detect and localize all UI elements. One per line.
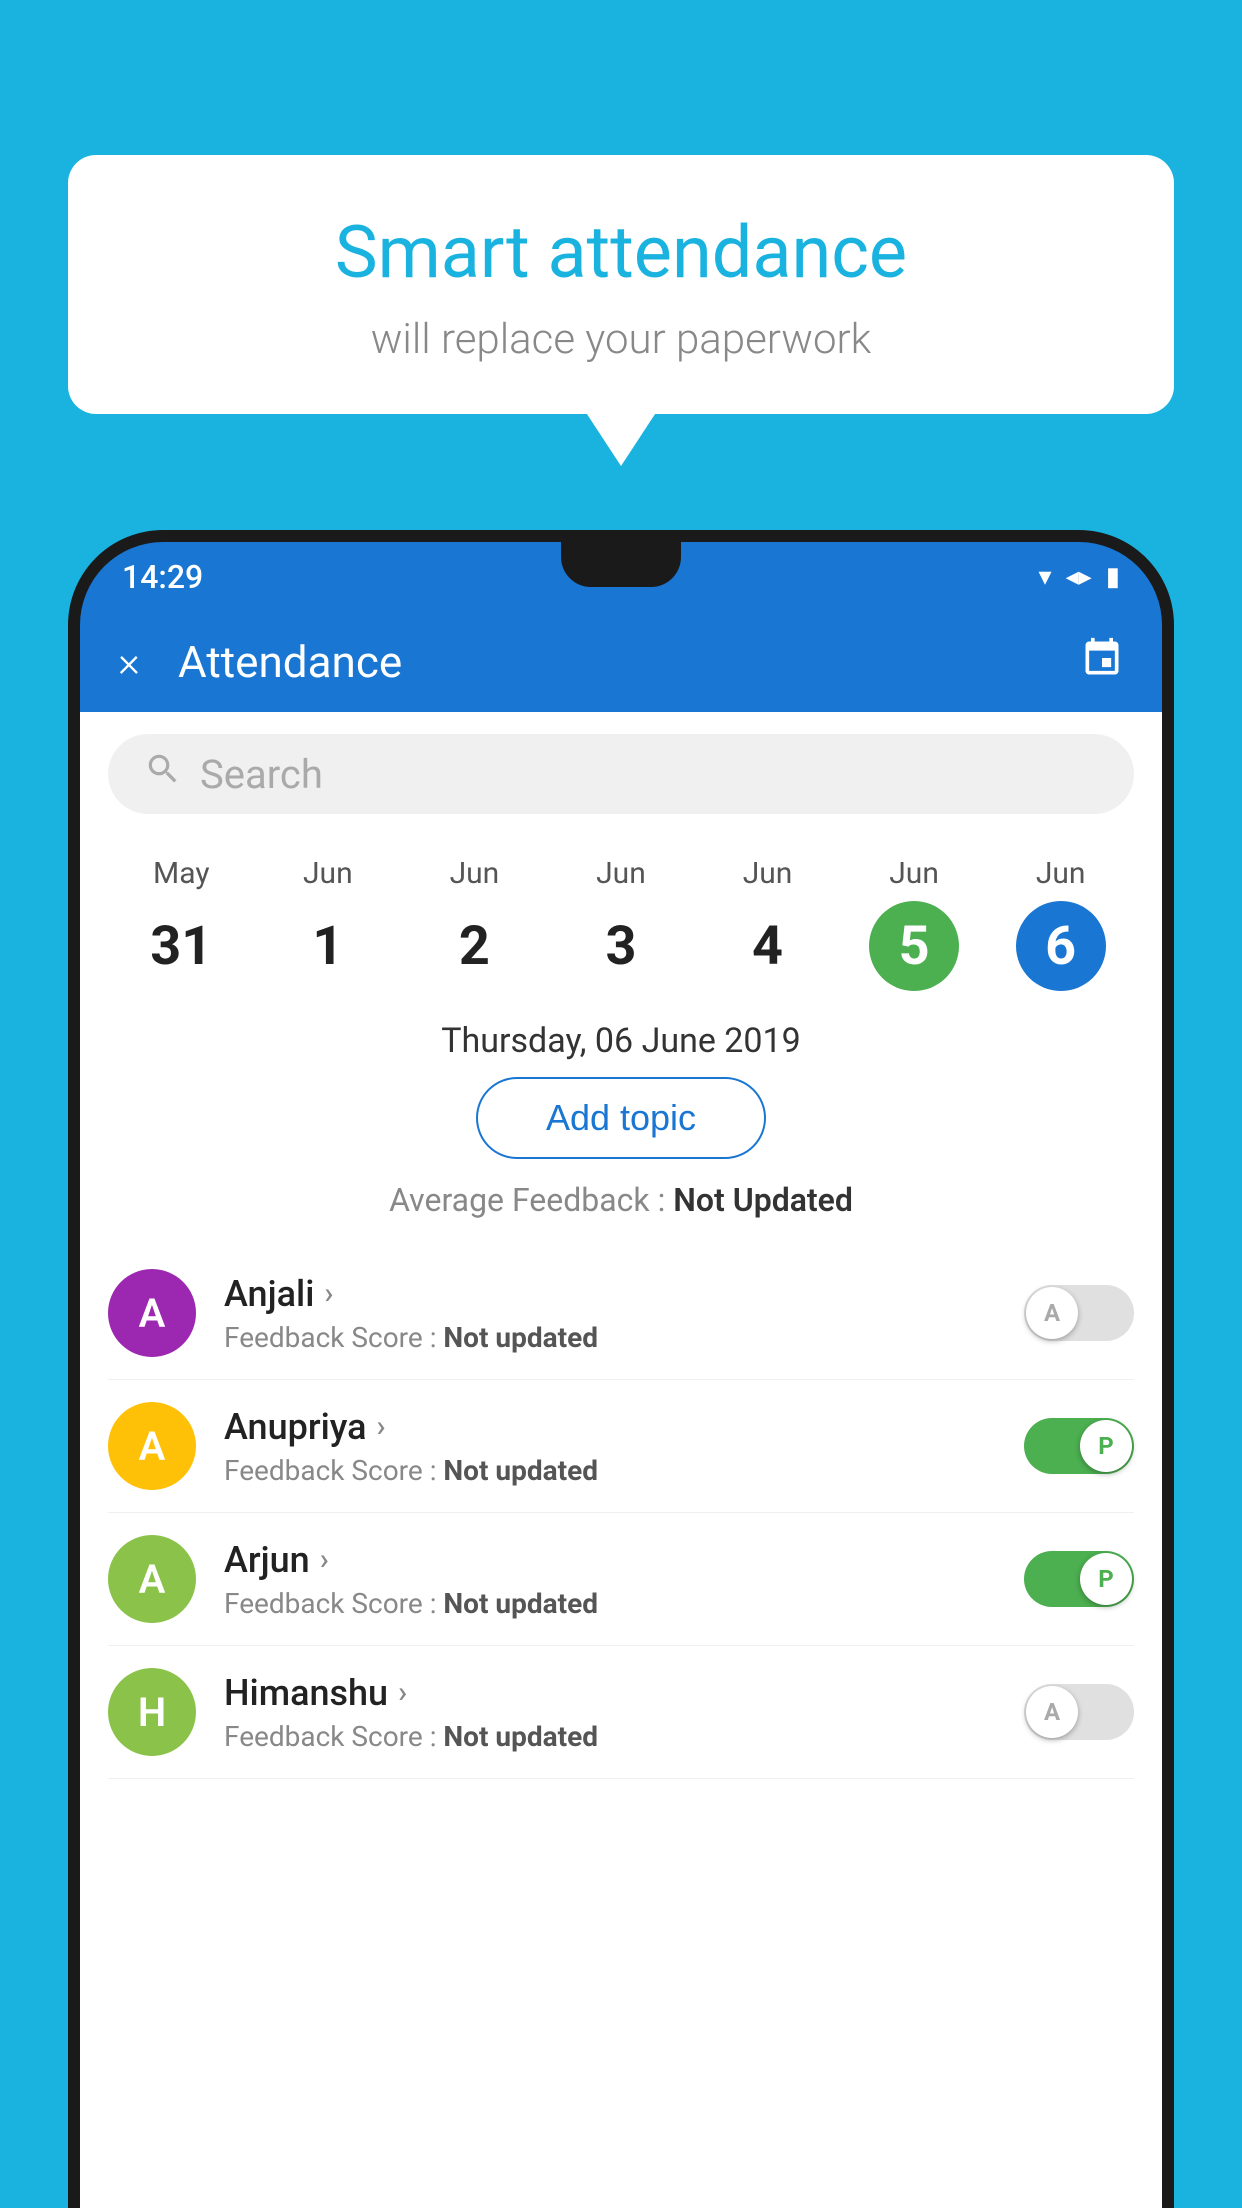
cal-month-label: Jun (1036, 856, 1086, 891)
student-list: AAnjali ›Feedback Score : Not updatedAAA… (80, 1247, 1162, 1779)
cal-date-number: 3 (576, 901, 666, 991)
avg-feedback-label: Average Feedback : (389, 1181, 673, 1219)
cal-date-number: 5 (869, 901, 959, 991)
chevron-icon: › (398, 1675, 407, 1710)
student-item[interactable]: H Himanshu › Feedback Score : Not updated A (108, 1646, 1134, 1779)
status-time: 14:29 (122, 558, 203, 596)
student-info: Anupriya › Feedback Score : Not updated (224, 1406, 996, 1487)
toggle-knob: P (1080, 1420, 1132, 1472)
selected-date: Thursday, 06 June 2019 (80, 1021, 1162, 1061)
avg-feedback: Average Feedback : Not Updated (80, 1181, 1162, 1219)
notch (561, 542, 681, 587)
cal-date-number: 2 (429, 901, 519, 991)
chevron-icon: › (324, 1276, 333, 1311)
calendar-day[interactable]: Jun 3 (561, 856, 681, 991)
cal-month-label: May (153, 856, 209, 891)
speech-bubble: Smart attendance will replace your paper… (68, 155, 1174, 414)
attendance-toggle[interactable]: P (1024, 1551, 1134, 1607)
cal-date-number: 31 (136, 901, 226, 991)
student-name: Arjun › (224, 1539, 996, 1581)
student-avatar: A (108, 1402, 196, 1490)
calendar-day[interactable]: Jun 6 (1001, 856, 1121, 991)
toggle-knob: P (1080, 1553, 1132, 1605)
student-name: Anjali › (224, 1273, 996, 1315)
bubble-title: Smart attendance (128, 210, 1114, 295)
cal-month-label: Jun (743, 856, 793, 891)
avg-feedback-value: Not Updated (673, 1181, 853, 1219)
cal-date-number: 6 (1016, 901, 1106, 991)
add-topic-button[interactable]: Add topic (476, 1077, 766, 1159)
student-feedback: Feedback Score : Not updated (224, 1454, 996, 1487)
header-title: Attendance (178, 636, 1042, 688)
chevron-icon: › (377, 1409, 386, 1444)
attendance-toggle[interactable]: A (1024, 1684, 1134, 1740)
calendar-day[interactable]: Jun 1 (268, 856, 388, 991)
student-name: Anupriya › (224, 1406, 996, 1448)
chevron-icon: › (320, 1542, 329, 1577)
student-item[interactable]: A Arjun › Feedback Score : Not updated P (108, 1513, 1134, 1646)
search-placeholder: Search (200, 751, 323, 798)
cal-month-label: Jun (303, 856, 353, 891)
phone-inner: 14:29 ▾ ◂▸ ▮ × Attendance (80, 542, 1162, 2208)
calendar-day[interactable]: May 31 (121, 856, 241, 991)
wifi-icon: ▾ (1039, 562, 1052, 592)
student-feedback: Feedback Score : Not updated (224, 1321, 996, 1354)
add-topic-container: Add topic (80, 1077, 1162, 1159)
calendar-day[interactable]: Jun 2 (414, 856, 534, 991)
search-icon (144, 750, 182, 798)
student-feedback: Feedback Score : Not updated (224, 1587, 996, 1620)
app-header: × Attendance (80, 612, 1162, 712)
toggle-knob: A (1026, 1686, 1078, 1738)
student-avatar: H (108, 1668, 196, 1756)
student-item[interactable]: A Anupriya › Feedback Score : Not updated P (108, 1380, 1134, 1513)
cal-month-label: Jun (596, 856, 646, 891)
attendance-toggle[interactable]: A (1024, 1285, 1134, 1341)
attendance-toggle[interactable]: P (1024, 1418, 1134, 1474)
student-feedback: Feedback Score : Not updated (224, 1720, 996, 1753)
status-icons: ▾ ◂▸ ▮ (1039, 562, 1120, 592)
app-content: Search May 31 Jun 1 Jun 2 Jun 3 Jun 4 Jun 5 Jun 6 Thu… (80, 712, 1162, 2208)
search-bar[interactable]: Search (108, 734, 1134, 814)
signal-icon: ◂▸ (1066, 562, 1092, 592)
student-name: Himanshu › (224, 1672, 996, 1714)
student-info: Himanshu › Feedback Score : Not updated (224, 1672, 996, 1753)
cal-date-number: 4 (723, 901, 813, 991)
cal-date-number: 1 (283, 901, 373, 991)
phone-frame: 14:29 ▾ ◂▸ ▮ × Attendance (68, 530, 1174, 2208)
cal-month-label: Jun (889, 856, 939, 891)
student-info: Arjun › Feedback Score : Not updated (224, 1539, 996, 1620)
cal-month-label: Jun (450, 856, 500, 891)
toggle-knob: A (1026, 1287, 1078, 1339)
student-item[interactable]: A Anjali › Feedback Score : Not updated A (108, 1247, 1134, 1380)
student-avatar: A (108, 1535, 196, 1623)
bubble-subtitle: will replace your paperwork (128, 315, 1114, 364)
calendar-icon[interactable] (1080, 636, 1124, 689)
student-avatar: A (108, 1269, 196, 1357)
calendar-day[interactable]: Jun 5 (854, 856, 974, 991)
close-button[interactable]: × (118, 638, 140, 687)
calendar-day[interactable]: Jun 4 (708, 856, 828, 991)
student-info: Anjali › Feedback Score : Not updated (224, 1273, 996, 1354)
calendar-strip: May 31 Jun 1 Jun 2 Jun 3 Jun 4 Jun 5 Jun 6 (80, 836, 1162, 1001)
battery-icon: ▮ (1106, 562, 1120, 592)
status-bar: 14:29 ▾ ◂▸ ▮ (80, 542, 1162, 612)
